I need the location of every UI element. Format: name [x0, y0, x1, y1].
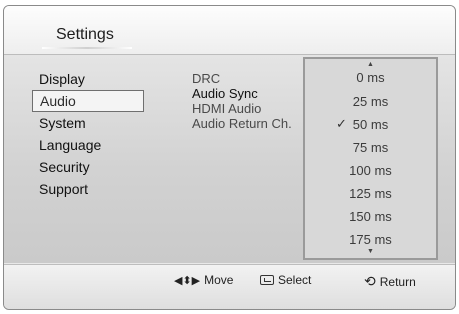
move-label: Move: [204, 273, 234, 287]
option-175ms[interactable]: 175 ms: [305, 232, 436, 247]
option-50ms-label: 50 ms: [352, 117, 389, 132]
menu-item-audio[interactable]: Audio: [32, 90, 144, 112]
option-100ms[interactable]: 100 ms: [305, 163, 436, 178]
select-label: Select: [278, 273, 312, 287]
return-label: Return: [379, 274, 416, 289]
settings-body: Display Audio System Language Security S…: [4, 55, 455, 263]
checkmark-icon: ✓: [336, 116, 347, 131]
option-75ms[interactable]: 75 ms: [305, 140, 436, 155]
submenu-item-audio-return-ch[interactable]: Audio Return Ch.: [192, 116, 292, 131]
settings-window: Settings Display Audio System Language S…: [3, 5, 456, 310]
page-title: Settings: [56, 26, 114, 43]
move-hint: ◀⬍▶ Move: [174, 273, 233, 287]
scroll-up-arrow-icon[interactable]: ▲: [305, 61, 436, 68]
select-hint: Select: [260, 273, 311, 287]
option-0ms[interactable]: 0 ms: [305, 70, 436, 85]
footer-hints: ◀⬍▶ Move Select ⟲ Return: [4, 264, 455, 309]
option-125ms[interactable]: 125 ms: [305, 186, 436, 201]
option-50ms[interactable]: ✓ 50 ms: [305, 116, 436, 132]
header: Settings: [4, 6, 455, 55]
move-arrows-icon: ◀⬍▶: [174, 274, 201, 287]
return-hint: ⟲ Return: [364, 273, 416, 290]
return-icon: ⟲: [364, 273, 376, 289]
menu-item-support[interactable]: Support: [32, 178, 144, 200]
audio-sync-dropdown[interactable]: ▲ 0 ms 25 ms ✓ 50 ms 75 ms 100 ms 125 ms…: [303, 57, 438, 260]
title-underline: [42, 47, 132, 49]
option-150ms[interactable]: 150 ms: [305, 209, 436, 224]
category-menu: Display Audio System Language Security S…: [32, 68, 144, 200]
audio-submenu: DRC Audio Sync HDMI Audio Audio Return C…: [192, 71, 292, 131]
menu-item-security[interactable]: Security: [32, 156, 144, 178]
submenu-item-audio-sync[interactable]: Audio Sync: [192, 86, 292, 101]
menu-item-system[interactable]: System: [32, 112, 144, 134]
menu-item-language[interactable]: Language: [32, 134, 144, 156]
submenu-item-drc[interactable]: DRC: [192, 71, 292, 86]
submenu-item-hdmi-audio[interactable]: HDMI Audio: [192, 101, 292, 116]
menu-item-display[interactable]: Display: [32, 68, 144, 90]
option-25ms[interactable]: 25 ms: [305, 94, 436, 109]
enter-icon: [260, 275, 274, 285]
scroll-down-arrow-icon[interactable]: ▼: [305, 248, 436, 255]
